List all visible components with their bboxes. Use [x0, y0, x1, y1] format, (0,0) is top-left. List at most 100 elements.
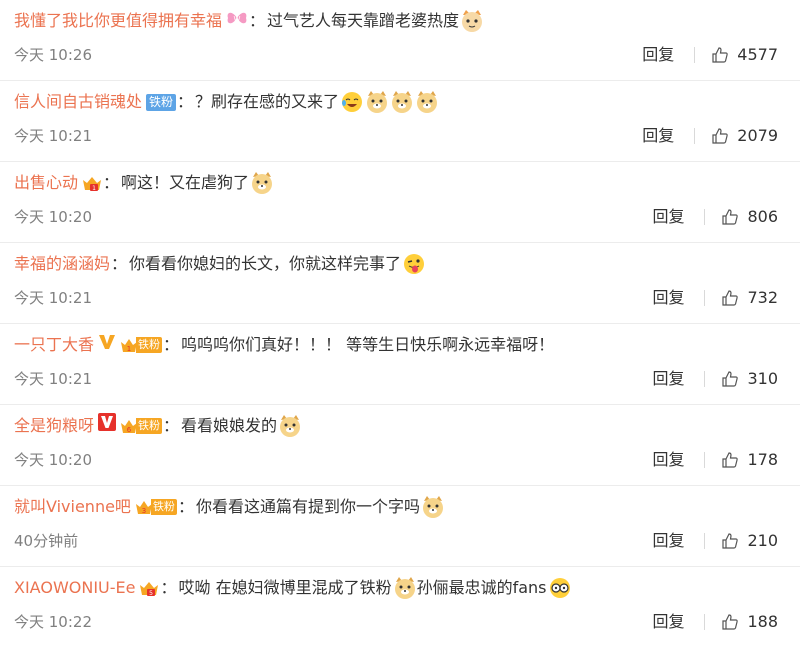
doge-emoji-icon — [390, 90, 414, 114]
doge-emoji-icon — [365, 90, 389, 114]
thumbs-up-icon — [722, 371, 739, 387]
svg-text:1: 1 — [92, 185, 96, 192]
comment-text: 你看看这通篇有提到你一个字吗 — [195, 497, 420, 516]
divider — [694, 47, 696, 63]
comment-list: 我懂了我比你更值得拥有幸福 W ： 过气艺人每天靠蹭老婆热度 今天 10:26 … — [0, 0, 800, 648]
reply-button[interactable]: 回复 — [652, 449, 684, 471]
thumbs-up-icon — [712, 128, 729, 144]
level-crown-icon: 5 — [139, 580, 159, 597]
like-count: 806 — [747, 207, 778, 226]
comment-time: 今天 10:22 — [14, 613, 92, 631]
level-crown-icon: 1 铁粉 — [120, 337, 163, 353]
comment-text: 啊这！又在虐狗了 — [121, 173, 250, 192]
butterfly-badge-icon: W — [226, 8, 248, 34]
comment-time: 今天 10:21 — [14, 289, 92, 307]
comment-item: 全是狗粮呀 6 铁粉 ： 看看娘娘发的 今天 10:20 回复 178 — [0, 405, 800, 486]
reply-button[interactable]: 回复 — [652, 206, 684, 228]
svg-text:5: 5 — [150, 590, 154, 597]
reply-button[interactable]: 回复 — [652, 368, 684, 390]
comment-time: 今天 10:20 — [14, 208, 92, 226]
divider — [704, 209, 706, 225]
like-count: 210 — [747, 531, 778, 550]
laughing-cry-emoji-icon — [340, 90, 364, 114]
like-button[interactable]: 732 — [721, 287, 778, 309]
like-count: 178 — [747, 450, 778, 469]
comment-item: 出售心动 1 ： 啊这！又在虐狗了 今天 10:20 回复 806 — [0, 162, 800, 243]
doge-emoji-icon — [421, 495, 445, 519]
thumbs-up-icon — [722, 290, 739, 306]
divider — [704, 371, 706, 387]
doge-emoji-icon — [250, 171, 274, 195]
like-button[interactable]: 4577 — [711, 44, 778, 66]
like-count: 188 — [747, 612, 778, 631]
like-button[interactable]: 178 — [721, 449, 778, 471]
comment-username[interactable]: 幸福的涵涵妈 — [14, 251, 110, 277]
comment-text: 过气艺人每天靠蹭老婆热度 — [267, 11, 460, 30]
thumbs-up-icon — [722, 209, 739, 225]
cat-emoji-icon — [460, 9, 484, 33]
reply-button[interactable]: 回复 — [652, 611, 684, 633]
thumbs-up-icon — [722, 614, 739, 630]
comment-item: 就叫Vivienne吧 3 铁粉 ： 你看看这通篇有提到你一个字吗 40分钟前 … — [0, 486, 800, 567]
level-crown-icon: 6 铁粉 — [120, 418, 163, 434]
reply-button[interactable]: 回复 — [652, 287, 684, 309]
divider — [704, 614, 706, 630]
comment-username[interactable]: 就叫Vivienne吧 — [14, 494, 131, 520]
doge-emoji-icon — [278, 414, 302, 438]
svg-text:3: 3 — [142, 507, 146, 515]
thumbs-up-icon — [722, 452, 739, 468]
svg-text:1: 1 — [127, 345, 131, 353]
glasses-emoji-icon — [548, 576, 572, 600]
svg-text:W: W — [234, 15, 241, 23]
like-button[interactable]: 310 — [721, 368, 778, 390]
divider — [704, 533, 706, 549]
divider — [704, 290, 706, 306]
fan-badge: 铁粉 — [136, 418, 163, 434]
reply-button[interactable]: 回复 — [652, 530, 684, 552]
comment-text: 哎呦 在媳妇微博里混成了铁粉 — [178, 578, 392, 597]
comment-text: ？刷存在感的又来了 — [195, 92, 340, 111]
comment-time: 今天 10:26 — [14, 46, 92, 64]
comment-username[interactable]: 出售心动 — [14, 170, 78, 196]
fan-badge: 铁粉 — [146, 93, 177, 111]
comment-text: 看看娘娘发的 — [181, 416, 278, 435]
like-button[interactable]: 210 — [721, 530, 778, 552]
doge-emoji-icon — [415, 90, 439, 114]
divider — [704, 452, 706, 468]
level-crown-icon: 1 — [82, 175, 102, 192]
like-count: 2079 — [737, 126, 778, 145]
thumbs-up-icon — [712, 47, 729, 63]
like-count: 4577 — [737, 45, 778, 64]
like-button[interactable]: 2079 — [711, 125, 778, 147]
like-button[interactable]: 806 — [721, 206, 778, 228]
reply-button[interactable]: 回复 — [642, 125, 674, 147]
comment-username[interactable]: 一只丁大香 — [14, 332, 94, 358]
comment-item: XIAOWONIU-Ee 5 ： 哎呦 在媳妇微博里混成了铁粉 孙俪最忠诚的fa… — [0, 567, 800, 648]
like-count: 310 — [747, 369, 778, 388]
comment-time: 40分钟前 — [14, 532, 79, 550]
comment-text: 你看看你媳妇的长文，你就这样完事了 — [129, 254, 402, 273]
comment-username[interactable]: 我懂了我比你更值得拥有幸福 — [14, 8, 222, 34]
tongue-out-emoji-icon — [402, 252, 426, 276]
fan-badge: 铁粉 — [136, 337, 163, 353]
thumbs-up-icon — [722, 533, 739, 549]
comment-username[interactable]: 全是狗粮呀 — [14, 413, 94, 439]
reply-button[interactable]: 回复 — [642, 44, 674, 66]
comment-text: 呜呜呜你们真好！！！ 等等生日快乐啊永远幸福呀！ — [181, 335, 555, 354]
verified-v-icon — [98, 413, 117, 439]
comment-time: 今天 10:21 — [14, 370, 92, 388]
fan-badge: 铁粉 — [150, 499, 177, 515]
comment-item: 信人间自古销魂处 铁粉 ： ？刷存在感的又来了 今天 10:21 回复 2079 — [0, 81, 800, 162]
comment-item: 幸福的涵涵妈 ： 你看看你媳妇的长文，你就这样完事了 今天 10:21 回复 7… — [0, 243, 800, 324]
like-button[interactable]: 188 — [721, 611, 778, 633]
comment-username[interactable]: 信人间自古销魂处 — [14, 89, 142, 115]
comment-username[interactable]: XIAOWONIU-Ee — [14, 575, 135, 601]
verified-v-icon — [98, 332, 116, 358]
doge-emoji-icon — [393, 576, 417, 600]
level-crown-icon: 3 铁粉 — [135, 499, 177, 515]
comment-item: 我懂了我比你更值得拥有幸福 W ： 过气艺人每天靠蹭老婆热度 今天 10:26 … — [0, 0, 800, 81]
comment-item: 一只丁大香 1 铁粉 ： 呜呜呜你们真好！！！ 等等生日快乐啊永远幸福呀！ 今天… — [0, 324, 800, 405]
comment-time: 今天 10:21 — [14, 127, 92, 145]
comment-text-continued: 孙俪最忠诚的fans — [416, 578, 547, 597]
comment-time: 今天 10:20 — [14, 451, 92, 469]
